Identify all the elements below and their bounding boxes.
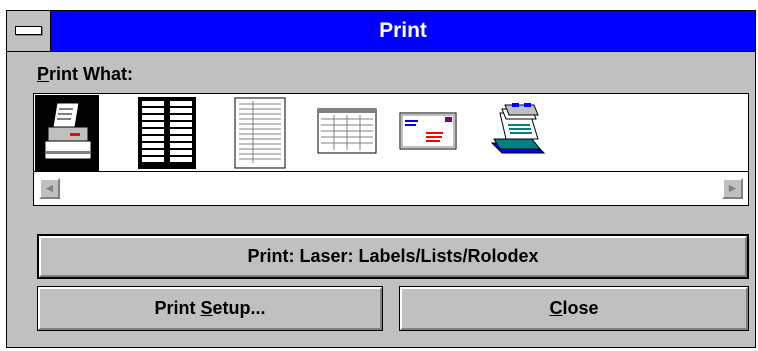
envelope-icon[interactable] (398, 95, 462, 171)
close-button[interactable]: Close (399, 286, 749, 331)
system-menu-button[interactable] (7, 11, 51, 51)
print-what-list[interactable]: ◄ ► (33, 93, 749, 206)
horizontal-scrollbar[interactable]: ◄ ► (34, 171, 748, 205)
print-button[interactable]: Print: Laser: Labels/Lists/Rolodex (37, 234, 749, 279)
system-menu-icon (15, 26, 42, 35)
printer-icon[interactable] (35, 95, 99, 171)
scroll-left-button[interactable]: ◄ (39, 178, 60, 199)
print-what-label: Print What: (37, 64, 133, 84)
arrow-right-icon: ► (726, 181, 739, 195)
print-button-label: Print: Laser: Labels/Lists/Rolodex (247, 246, 539, 266)
arrow-left-icon: ◄ (43, 181, 56, 195)
window-title: Print (379, 19, 427, 42)
close-button-label: Close (549, 298, 599, 318)
rolodex-card-icon[interactable] (486, 95, 550, 171)
scroll-right-button[interactable]: ► (722, 178, 743, 199)
table-page-icon[interactable] (314, 95, 378, 171)
print-setup-label: Print Setup... (154, 298, 266, 318)
list-page-icon[interactable] (231, 95, 295, 171)
label-sheet-icon[interactable] (134, 95, 198, 171)
print-setup-button[interactable]: Print Setup... (37, 286, 383, 331)
print-dialog: Print Print What: ◄ ► Print: Laser: Labe… (6, 10, 756, 348)
title-bar[interactable]: Print (7, 11, 755, 52)
